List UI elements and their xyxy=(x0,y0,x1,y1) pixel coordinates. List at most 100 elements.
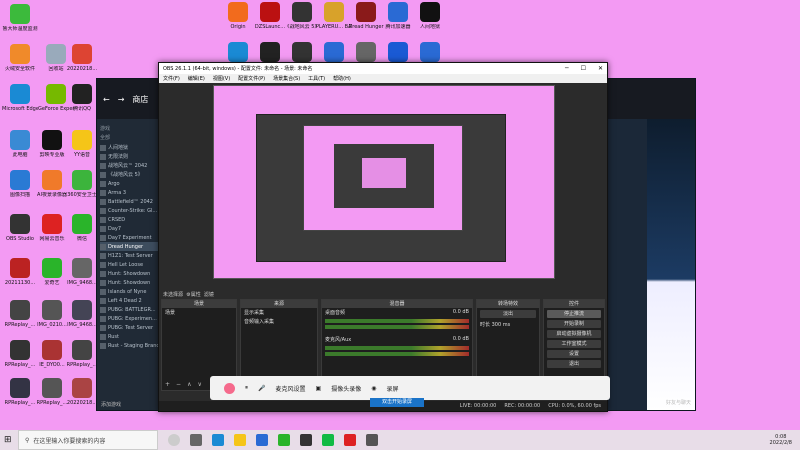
desktop-icon[interactable]: 20211130... xyxy=(2,258,38,286)
properties-button[interactable]: 属性 xyxy=(191,292,201,298)
camera-icon[interactable]: ▣ xyxy=(316,385,322,392)
desktop-icon[interactable]: 腾讯加速器 xyxy=(380,2,416,30)
desktop-icon[interactable]: PLAYERU... BATTLEGR... xyxy=(316,2,352,30)
game-list-item[interactable]: Dread Hunger xyxy=(100,242,160,251)
desktop-icon[interactable]: Microsoft Edge xyxy=(2,84,38,112)
game-list-item[interactable]: 无限法则 xyxy=(100,152,160,161)
minimize-icon[interactable]: ─ xyxy=(565,65,569,72)
edge-icon[interactable] xyxy=(212,434,224,446)
desktop-icon[interactable]: YY语音 xyxy=(64,130,100,158)
control-button[interactable]: 退出 xyxy=(547,360,601,368)
mic-icon[interactable]: 🎤 xyxy=(258,385,265,392)
desktop-icon[interactable]: 腾讯QQ xyxy=(64,84,100,112)
control-button[interactable]: 工作室模式 xyxy=(547,340,601,348)
add-icon[interactable]: + xyxy=(165,381,170,388)
desktop-icon[interactable]: RPReplay_... xyxy=(2,300,38,328)
app-icon[interactable] xyxy=(344,434,356,446)
game-list-item[interactable]: Counter-Strike: Gl... xyxy=(100,206,160,215)
steam-icon[interactable] xyxy=(300,434,312,446)
menu-item[interactable]: 场景集合(S) xyxy=(273,75,300,82)
app-icon[interactable] xyxy=(322,434,334,446)
game-list-item[interactable]: Hunt: Showdown xyxy=(100,269,160,278)
desktop-icon[interactable]: Origin xyxy=(220,2,256,30)
up-icon[interactable]: ∧ xyxy=(187,381,191,388)
game-list-item[interactable]: Hunt: Showdown xyxy=(100,278,160,287)
remove-icon[interactable]: − xyxy=(176,381,181,388)
desktop-icon[interactable]: 20220218... xyxy=(64,44,100,72)
volume-slider[interactable] xyxy=(325,325,469,329)
game-list-item[interactable]: Left 4 Dead 2 xyxy=(100,296,160,305)
desktop-icon[interactable]: 360安全卫士 xyxy=(64,170,100,198)
screen-record-button[interactable]: 录屏 xyxy=(386,384,398,393)
game-list-item[interactable]: 人间地狱 xyxy=(100,143,160,152)
friends-chat-button[interactable]: 好友与聊天 xyxy=(666,399,691,406)
desktop-icon[interactable]: 微信 xyxy=(64,214,100,242)
windows-start-icon[interactable]: ⊞ xyxy=(4,435,12,445)
desktop-icon[interactable]: OBS Studio xyxy=(2,214,38,242)
task-view-icon[interactable] xyxy=(190,434,202,446)
game-list-item[interactable]: 战地风云™ 2042 xyxy=(100,161,160,170)
maximize-icon[interactable]: ☐ xyxy=(581,65,586,72)
desktop-icon[interactable]: 20220218... xyxy=(64,378,100,406)
game-list-item[interactable]: Rust - Staging Branch xyxy=(100,341,160,350)
desktop-icon[interactable] xyxy=(252,42,288,64)
cortana-icon[interactable] xyxy=(168,434,180,446)
camera-record-button[interactable]: 摄像头录像 xyxy=(331,384,361,393)
back-arrow-icon[interactable]: ← xyxy=(103,95,110,104)
game-list-item[interactable]: Argo xyxy=(100,179,160,188)
desktop-icon[interactable]: IMG_9468... xyxy=(64,258,100,286)
desktop-icon[interactable]: DZSLaunc... xyxy=(252,2,288,30)
menu-item[interactable]: 配置文件(P) xyxy=(238,75,265,82)
game-list-item[interactable]: Day7 Experiment xyxy=(100,233,160,242)
game-list-item[interactable]: PUBG: Test Server xyxy=(100,323,160,332)
desktop-icon[interactable]: IMG_9468... xyxy=(64,300,100,328)
desktop-icon[interactable]: 《战地风云 5》 xyxy=(284,2,320,30)
desktop-icon[interactable] xyxy=(220,42,256,64)
menu-item[interactable]: 文件(F) xyxy=(163,75,180,82)
pause-icon[interactable]: ⏸ xyxy=(245,384,248,392)
desktop-icon[interactable] xyxy=(412,42,448,64)
obs-taskbar-icon[interactable] xyxy=(366,434,378,446)
desktop-icon[interactable]: Dread Hunger xyxy=(348,2,384,30)
game-list-item[interactable]: PUBG: Experimen... xyxy=(100,314,160,323)
game-list-item[interactable]: Battlefield™ 2042 xyxy=(100,197,160,206)
game-list-item[interactable]: Islands of Nyne xyxy=(100,287,160,296)
store-icon[interactable] xyxy=(256,434,268,446)
game-list-item[interactable]: CRSED xyxy=(100,215,160,224)
add-game-button[interactable]: 添加游戏 xyxy=(97,401,121,408)
file-explorer-icon[interactable] xyxy=(234,434,246,446)
desktop-icon[interactable] xyxy=(316,42,352,64)
source-item[interactable]: 显示采集 xyxy=(241,308,317,317)
all-category[interactable]: 全部 xyxy=(100,134,160,141)
control-button[interactable]: 设置 xyxy=(547,350,601,358)
menu-item[interactable]: 视图(V) xyxy=(213,75,230,82)
desktop-icon[interactable]: 图像扫描 xyxy=(2,170,38,198)
filters-button[interactable]: 滤镜 xyxy=(204,292,214,298)
down-icon[interactable]: ∨ xyxy=(197,381,201,388)
game-list-item[interactable]: PUBG: BATTLEGR... xyxy=(100,305,160,314)
forward-arrow-icon[interactable]: → xyxy=(118,95,125,104)
desktop-icon[interactable]: 火绒安全软件 xyxy=(2,44,38,72)
game-list-item[interactable]: Hell Let Loose xyxy=(100,260,160,269)
desktop-icon[interactable]: 人间地狱 xyxy=(412,2,448,30)
desktop-icon[interactable]: RPReplay_... xyxy=(2,378,38,406)
games-category[interactable]: 游戏 xyxy=(100,125,160,132)
menu-item[interactable]: 编辑(E) xyxy=(188,75,205,82)
desktop-icon[interactable]: 此电脑 xyxy=(2,130,38,158)
game-list-item[interactable]: Rust xyxy=(100,332,160,341)
desktop-icon[interactable] xyxy=(380,42,416,64)
desktop-icon[interactable]: RPReplay_... xyxy=(64,340,100,368)
taskbar-search[interactable]: ⚲ 在这里输入你要搜索的内容 xyxy=(18,430,158,450)
menu-item[interactable]: 帮助(H) xyxy=(333,75,351,82)
transition-select[interactable]: 淡出 xyxy=(480,310,536,318)
desktop-icon[interactable]: RPReplay_... xyxy=(2,340,38,368)
game-list-item[interactable]: Arma 3 xyxy=(100,188,160,197)
obs-preview[interactable] xyxy=(213,85,555,279)
game-list-item[interactable]: 《战地风云 5》 xyxy=(100,170,160,179)
close-icon[interactable]: ✕ xyxy=(598,65,603,72)
wechat-icon[interactable] xyxy=(278,434,290,446)
control-button[interactable]: 开始录制 xyxy=(547,320,601,328)
menu-item[interactable]: 工具(T) xyxy=(308,75,325,82)
control-button[interactable]: 停止推流 xyxy=(547,310,601,318)
desktop-icon[interactable] xyxy=(284,42,320,64)
